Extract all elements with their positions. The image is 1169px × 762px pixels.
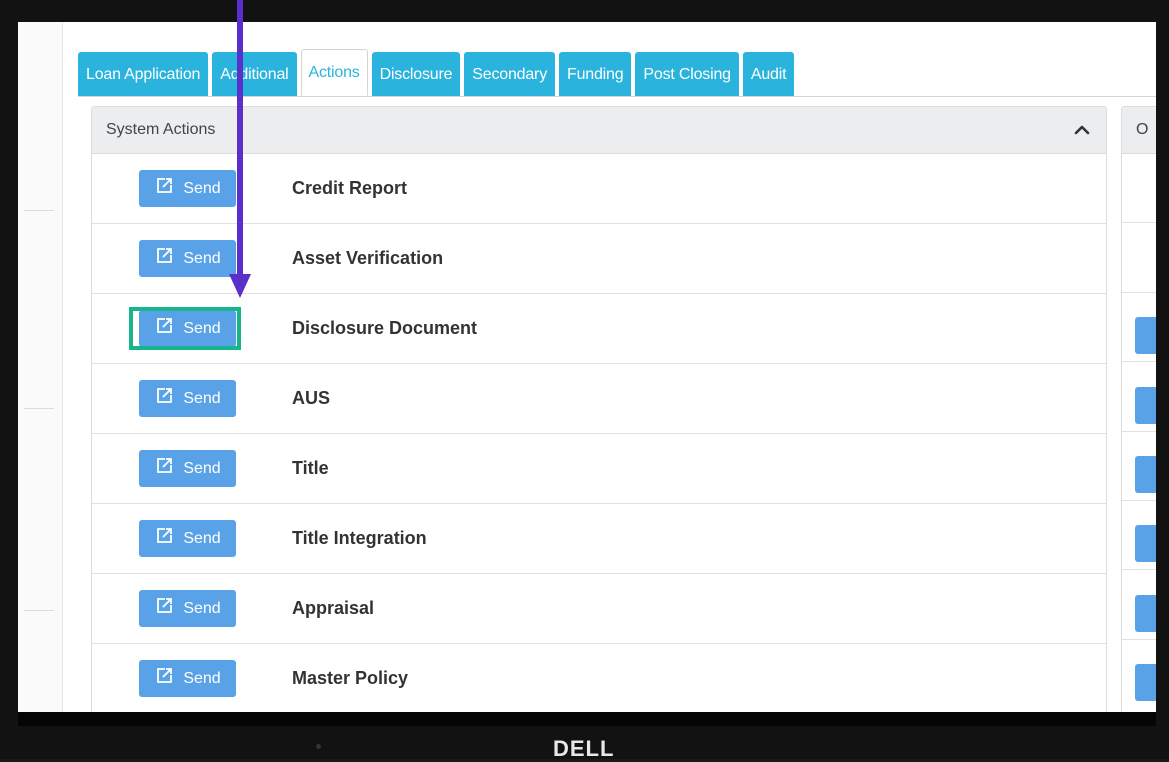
action-row: Send AUS (92, 364, 1106, 434)
chevron-up-icon[interactable] (1072, 120, 1092, 140)
send-button[interactable]: Send (139, 520, 236, 557)
send-button-label: Send (183, 669, 221, 687)
send-button[interactable]: Send (139, 170, 236, 207)
external-link-icon (154, 526, 174, 551)
tab-loan-application[interactable]: Loan Application (78, 52, 209, 96)
send-button[interactable] (1135, 525, 1156, 562)
send-button[interactable] (1135, 664, 1156, 701)
tab-disclosure[interactable]: Disclosure (371, 52, 461, 96)
system-actions-panel: System Actions Send Credit Report Send Asse… (91, 106, 1107, 712)
row-divider (1122, 361, 1156, 362)
send-button-label: Send (183, 529, 221, 547)
secondary-panel-title: O (1122, 107, 1156, 154)
secondary-panel: O (1121, 106, 1156, 712)
send-button[interactable]: Send (139, 590, 236, 627)
tab-bar: Loan Application Additional Actions Disc… (78, 49, 795, 96)
action-label: Appraisal (292, 598, 375, 618)
action-row: Send Asset Verification (92, 224, 1106, 294)
send-button[interactable] (1135, 456, 1156, 493)
action-row: Send Credit Report (92, 154, 1106, 224)
action-label: Master Policy (292, 668, 409, 688)
tab-secondary[interactable]: Secondary (464, 52, 555, 96)
send-button-label: Send (183, 319, 221, 337)
action-row: Send Disclosure Document (92, 294, 1106, 364)
send-button-label: Send (183, 179, 221, 197)
send-button[interactable] (1135, 387, 1156, 424)
action-label: Disclosure Document (292, 318, 478, 338)
row-divider (1122, 500, 1156, 501)
send-button-label: Send (183, 599, 221, 617)
sidebar-divider (24, 610, 54, 611)
send-button[interactable] (1135, 317, 1156, 354)
external-link-icon (154, 456, 174, 481)
action-row: Send Master Policy (92, 644, 1106, 712)
send-button[interactable]: Send (139, 310, 236, 347)
external-link-icon (154, 666, 174, 691)
tab-actions[interactable]: Actions (300, 49, 368, 96)
action-label: Asset Verification (292, 248, 444, 268)
screen: Loan Application Additional Actions Disc… (18, 22, 1156, 712)
send-button[interactable]: Send (139, 240, 236, 277)
tab-underline (78, 96, 1156, 97)
send-button-label: Send (183, 459, 221, 477)
send-button[interactable] (1135, 595, 1156, 632)
action-label: Credit Report (292, 178, 408, 198)
tab-funding[interactable]: Funding (559, 52, 632, 96)
tab-additional[interactable]: Additional (212, 52, 297, 96)
external-link-icon (154, 176, 174, 201)
tab-post-closing[interactable]: Post Closing (635, 52, 739, 96)
sidebar-divider (24, 408, 54, 409)
action-row: Send Title (92, 434, 1106, 504)
action-label: AUS (292, 388, 331, 408)
external-link-icon (154, 596, 174, 621)
row-divider (1122, 569, 1156, 570)
send-button-label: Send (183, 249, 221, 267)
sidebar-divider (24, 210, 54, 211)
left-sidebar-strip (18, 22, 63, 712)
action-row: Send Title Integration (92, 504, 1106, 574)
send-button[interactable]: Send (139, 380, 236, 417)
panel-header: System Actions (92, 107, 1106, 154)
row-divider (1122, 639, 1156, 640)
action-row: Send Appraisal (92, 574, 1106, 644)
external-link-icon (154, 316, 174, 341)
send-button-label: Send (183, 389, 221, 407)
send-button[interactable]: Send (139, 450, 236, 487)
dell-logo: DELL (553, 736, 615, 761)
row-divider (1122, 292, 1156, 293)
panel-title: System Actions (106, 121, 216, 138)
action-label: Title (292, 458, 329, 478)
action-label: Title Integration (292, 528, 427, 548)
send-button[interactable]: Send (139, 660, 236, 697)
row-divider (1122, 222, 1156, 223)
screen-bottom-edge (18, 712, 1156, 726)
external-link-icon (154, 246, 174, 271)
tab-audit[interactable]: Audit (742, 52, 795, 96)
external-link-icon (154, 386, 174, 411)
webcam-indicator (316, 744, 321, 749)
row-divider (1122, 431, 1156, 432)
